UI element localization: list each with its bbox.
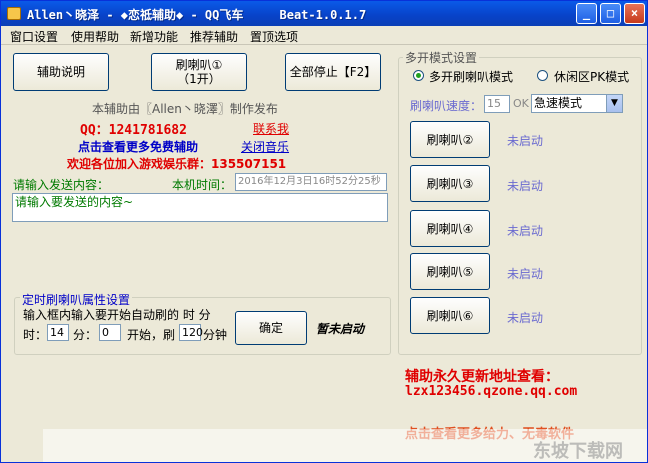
multi-group-title: 多开模式设置 xyxy=(403,49,480,66)
timer-desc: 输入框内输入要开始自动刷的 时 分 xyxy=(23,308,211,322)
horn-1-sublabel: （1开） xyxy=(177,72,221,86)
watermark-text: 东坡下载网 xyxy=(533,441,623,462)
horn-3-status: 未启动 xyxy=(507,179,544,193)
horn-2-label: 刷喇叭② xyxy=(426,132,474,147)
stop-all-button[interactable]: 全部停止【F2】 xyxy=(285,53,381,91)
timer-status: 暂未启动 xyxy=(316,322,365,336)
menu-topmost[interactable]: 置顶选项 xyxy=(250,28,298,45)
minimize-button[interactable]: _ xyxy=(576,3,597,24)
unit-label: 分钟 xyxy=(203,328,228,342)
horn-1-button[interactable]: 刷喇叭① （1开） xyxy=(151,53,247,91)
update-url[interactable]: lzx123456.qzone.qq.com xyxy=(405,384,577,399)
time-label: 本机时间： xyxy=(172,178,233,192)
mode-horn-label: 多开刷喇叭模式 xyxy=(429,70,514,84)
speed-label: 刷喇叭速度： xyxy=(410,99,483,113)
horn-4-status: 未启动 xyxy=(507,224,544,238)
window-title: Allen丶晓泽 - ◆恋祗辅助◆ - QQ飞车 Beat-1.0.1.7 xyxy=(27,8,367,22)
hour-label: 时： xyxy=(23,328,48,342)
horn-1-label: 刷喇叭① xyxy=(175,58,223,72)
count-input[interactable]: 120 xyxy=(179,324,203,341)
publisher-text: 本辅助由〖Allen丶晓澤〗制作发布 xyxy=(92,102,278,116)
mode-idle-label: 休闲区PK模式 xyxy=(554,70,630,84)
minute-input[interactable]: 0 xyxy=(99,324,121,341)
horn-2-status: 未启动 xyxy=(507,134,544,148)
mode-horn-radio[interactable] xyxy=(413,70,424,81)
speed-ok-label: OK xyxy=(513,97,529,110)
horn-6-button[interactable]: 刷喇叭⑥ xyxy=(410,297,490,334)
chevron-down-icon[interactable]: ▼ xyxy=(606,95,622,112)
title-bar[interactable]: Allen丶晓泽 - ◆恋祗辅助◆ - QQ飞车 Beat-1.0.1.7 _ … xyxy=(1,1,647,26)
help-button-label: 辅助说明 xyxy=(36,65,85,79)
horn-6-label: 刷喇叭⑥ xyxy=(426,308,474,323)
speed-input[interactable]: 15 xyxy=(484,95,510,113)
hour-input[interactable]: 14 xyxy=(47,324,69,341)
more-free-link[interactable]: 点击查看更多免费辅助 xyxy=(78,138,198,155)
local-time-field: 2016年12月3日16时52分25秒 xyxy=(235,173,387,191)
group-text: 欢迎各位加入游戏娱乐群：135507151 xyxy=(67,157,287,171)
horn-4-label: 刷喇叭④ xyxy=(426,221,474,236)
horn-6-status: 未启动 xyxy=(507,311,544,325)
menu-new-features[interactable]: 新增功能 xyxy=(130,28,178,45)
menu-window-settings[interactable]: 窗口设置 xyxy=(10,28,58,45)
update-title: 辅助永久更新地址查看： xyxy=(405,369,559,385)
confirm-label: 确定 xyxy=(258,321,283,335)
send-label: 请输入发送内容： xyxy=(13,178,110,192)
horn-3-button[interactable]: 刷喇叭③ xyxy=(410,165,490,202)
minute-label: 分： xyxy=(73,328,98,342)
horn-5-status: 未启动 xyxy=(507,267,544,281)
confirm-button[interactable]: 确定 xyxy=(235,311,307,345)
help-button[interactable]: 辅助说明 xyxy=(13,53,109,91)
maximize-button[interactable]: □ xyxy=(600,3,621,24)
app-icon xyxy=(7,7,21,20)
stop-all-label: 全部停止【F2】 xyxy=(289,65,377,79)
speed-mode-value: 急速模式 xyxy=(534,96,583,110)
menu-help[interactable]: 使用帮助 xyxy=(71,28,119,45)
horn-3-label: 刷喇叭③ xyxy=(426,176,474,191)
horn-2-button[interactable]: 刷喇叭② xyxy=(410,121,490,158)
menu-recommend[interactable]: 推荐辅助 xyxy=(190,28,238,45)
horn-4-button[interactable]: 刷喇叭④ xyxy=(410,210,490,247)
close-music-link[interactable]: 关闭音乐 xyxy=(241,138,289,155)
start-label: 开始，刷 xyxy=(127,328,176,342)
contact-link[interactable]: 联系我 xyxy=(253,120,289,137)
send-content-input[interactable]: 请输入要发送的内容~ xyxy=(12,193,388,222)
qq-number: QQ：1241781682 xyxy=(80,123,187,138)
horn-5-button[interactable]: 刷喇叭⑤ xyxy=(410,253,490,290)
speed-mode-select[interactable]: 急速模式 ▼ xyxy=(531,94,623,113)
main-window: Allen丶晓泽 - ◆恋祗辅助◆ - QQ飞车 Beat-1.0.1.7 _ … xyxy=(0,0,648,463)
horn-5-label: 刷喇叭⑤ xyxy=(426,264,474,279)
menu-bar: 窗口设置 使用帮助 新增功能 推荐辅助 置顶选项 xyxy=(1,26,647,45)
close-button[interactable]: × xyxy=(624,3,645,24)
mode-idle-radio[interactable] xyxy=(537,70,548,81)
